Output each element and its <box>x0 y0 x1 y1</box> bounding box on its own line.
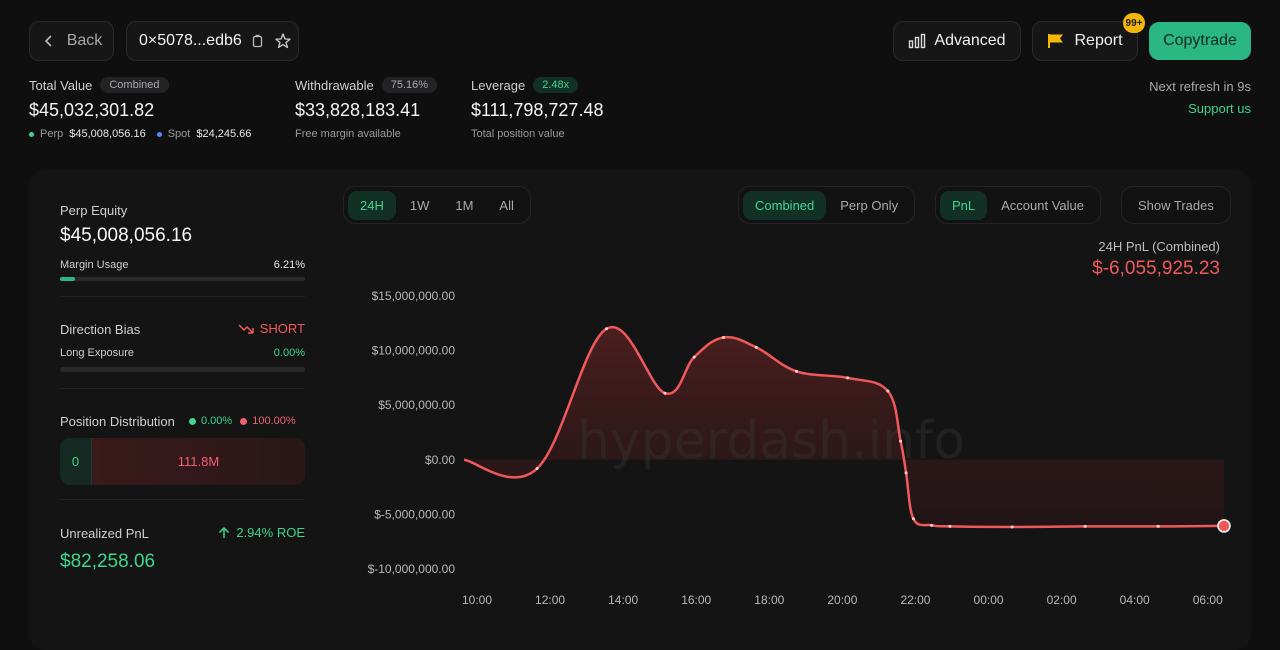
data-point <box>721 335 725 339</box>
wallet-address: 0×5078...edb6 <box>139 32 242 49</box>
y-tick-label: $0.00 <box>425 453 455 467</box>
perp-label: Perp <box>40 128 64 140</box>
flag-icon <box>1048 34 1064 48</box>
chevron-left-icon <box>44 35 52 47</box>
leverage-sub: Total position value <box>471 128 565 140</box>
leverage-block: Leverage 2.48x $111,798,727.48 Total pos… <box>471 77 603 140</box>
x-tick-label: 12:00 <box>535 593 565 607</box>
bar-chart-icon <box>909 33 926 49</box>
withdrawable-block: Withdrawable 75.16% $33,828,183.41 Free … <box>295 77 438 140</box>
data-point <box>846 376 850 380</box>
data-point <box>535 467 539 471</box>
copytrade-button[interactable]: Copytrade <box>1149 22 1251 60</box>
report-label: Report <box>1074 32 1123 49</box>
spot-label: Spot <box>167 128 191 140</box>
x-tick-label: 22:00 <box>900 593 930 607</box>
data-point <box>904 471 908 475</box>
copy-icon[interactable] <box>250 34 264 48</box>
data-point <box>1083 524 1087 528</box>
combined-pill: Combined <box>100 77 169 93</box>
x-tick-label: 10:00 <box>462 593 492 607</box>
data-point <box>605 327 608 331</box>
total-value-block: Total Value Combined $45,032,301.82 Perp… <box>29 77 251 140</box>
perp-dot <box>29 131 34 137</box>
data-point <box>886 389 890 393</box>
star-icon[interactable] <box>274 32 292 50</box>
address-chip: 0×5078...edb6 <box>126 21 299 61</box>
watermark: hyperdash.info <box>577 411 965 471</box>
leverage-value: $111,798,727.48 <box>471 100 604 120</box>
data-point <box>795 369 798 373</box>
data-point <box>663 391 667 395</box>
x-tick-label: 02:00 <box>1047 593 1077 607</box>
x-tick-label: 18:00 <box>754 593 784 607</box>
perp-value: $45,008,056.16 <box>69 128 146 140</box>
leverage-label: Leverage <box>471 77 526 93</box>
spot-value: $24,245.66 <box>196 128 252 140</box>
report-count-badge: 99+ <box>1123 13 1145 33</box>
x-tick-label: 20:00 <box>827 593 857 607</box>
withdrawable-value: $33,828,183.41 <box>295 100 421 120</box>
report-button[interactable]: Report <box>1032 21 1138 61</box>
data-point <box>899 439 903 443</box>
x-tick-label: 04:00 <box>1120 593 1150 607</box>
withdrawable-sub: Free margin available <box>295 128 401 140</box>
data-point <box>948 524 952 528</box>
total-value-label: Total Value <box>29 77 93 93</box>
advanced-label: Advanced <box>934 32 1006 49</box>
back-label: Back <box>66 32 103 49</box>
y-tick-label: $5,000,000.00 <box>378 398 455 412</box>
support-us-link[interactable]: Support us <box>1188 101 1251 116</box>
total-value: $45,032,301.82 <box>29 100 155 120</box>
back-button[interactable]: Back <box>29 21 114 61</box>
leverage-pill: 2.48x <box>533 77 579 93</box>
data-point <box>1010 525 1014 529</box>
advanced-button[interactable]: Advanced <box>893 21 1021 61</box>
y-tick-label: $-5,000,000.00 <box>374 507 455 521</box>
y-tick-label: $-10,000,000.00 <box>368 562 456 576</box>
y-tick-label: $15,000,000.00 <box>372 289 456 303</box>
current-value-marker[interactable] <box>1217 519 1231 533</box>
pnl-chart[interactable]: hyperdash.info $15,000,000.00 $10,000,000… <box>29 170 1251 640</box>
x-tick-label: 14:00 <box>608 593 638 607</box>
x-tick-label: 16:00 <box>681 593 711 607</box>
y-tick-label: $10,000,000.00 <box>372 344 456 358</box>
data-point <box>1156 524 1160 528</box>
x-tick-label: 06:00 <box>1193 593 1223 607</box>
next-refresh-text: Next refresh in 9s <box>1149 79 1251 94</box>
data-point <box>692 355 696 359</box>
spot-dot <box>156 131 162 137</box>
main-card: Perp Equity $45,008,056.16 Margin Usage … <box>29 170 1251 650</box>
withdrawable-pill: 75.16% <box>381 77 438 93</box>
data-point <box>930 523 934 527</box>
data-point <box>911 517 915 521</box>
withdrawable-label: Withdrawable <box>295 77 374 93</box>
x-tick-label: 00:00 <box>974 593 1004 607</box>
data-point <box>754 345 758 349</box>
